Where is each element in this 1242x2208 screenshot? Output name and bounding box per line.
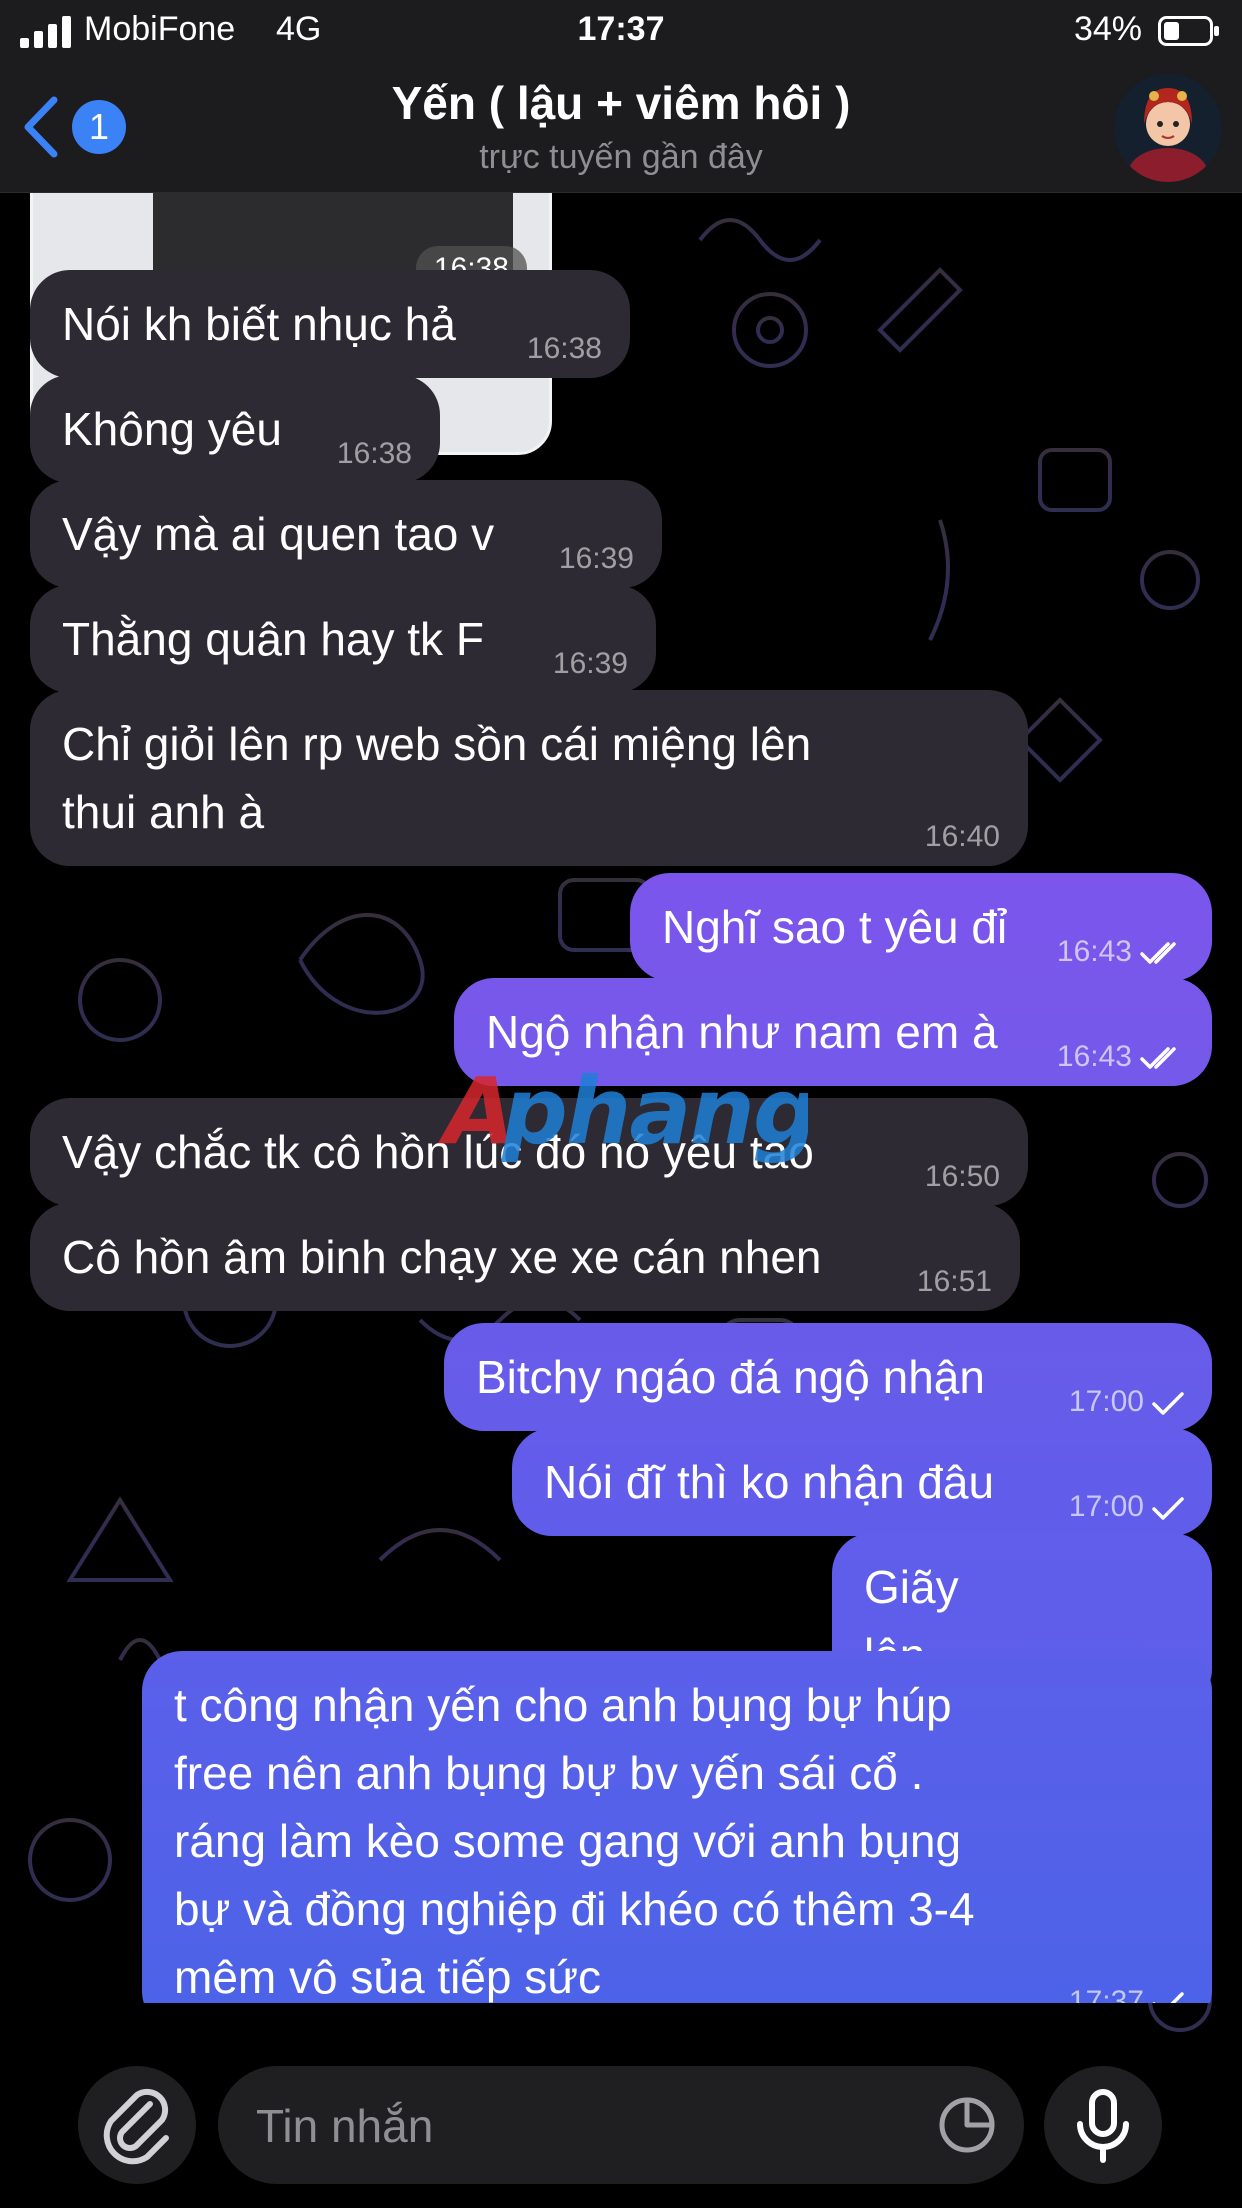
message-text: t công nhận yến cho anh bụng bự húp free… [174, 1679, 988, 2003]
svg-text:phang: phang [501, 1058, 808, 1165]
message-timestamp: 16:43 [1056, 935, 1132, 968]
message-time: 16:51 [917, 1267, 992, 1297]
message-timestamp: 17:00 [1068, 1385, 1144, 1418]
chat-title[interactable]: Yến ( lậu + viêm hôi ) [0, 76, 1242, 130]
message-text: Nói kh biết nhục hả [62, 298, 456, 350]
incoming-message-bubble[interactable]: Không yêu 16:38 [30, 375, 440, 483]
check-icon [1152, 1992, 1184, 2003]
watermark-logo: A phang [438, 1058, 808, 1165]
voice-message-button[interactable] [1044, 2066, 1162, 2184]
message-text: Nói đĩ thì ko nhận đâu [544, 1456, 995, 1508]
message-time: 17:00 [1069, 1492, 1184, 1522]
message-text: Thằng quân hay tk F [62, 613, 484, 665]
message-time: 16:43 [1057, 1042, 1184, 1072]
message-time: 16:38 [337, 439, 412, 469]
double-check-icon [1140, 942, 1176, 964]
double-check-icon [1140, 1047, 1176, 1069]
message-text: Vậy mà ai quen tao v [62, 508, 495, 560]
sticker-icon[interactable] [938, 2096, 996, 2154]
message-time: 17:00 [1069, 1387, 1184, 1417]
outgoing-message-bubble[interactable]: Nghĩ sao t yêu đỉ 16:43 [630, 873, 1212, 981]
battery-percentage: 34% [1073, 10, 1142, 48]
check-icon [1152, 1497, 1184, 1520]
message-text: Không yêu [62, 403, 282, 455]
message-time: 16:50 [925, 1162, 1000, 1192]
message-timestamp: 16:50 [924, 1160, 1000, 1193]
message-text: Chỉ giỏi lên rp web sồn cái miệng lên th… [62, 718, 824, 838]
message-timestamp: 16:40 [924, 820, 1000, 853]
message-text: Bitchy ngáo đá ngộ nhận [476, 1351, 985, 1403]
message-input[interactable] [254, 2066, 918, 2186]
composer-bar [0, 2044, 1242, 2208]
battery-icon [1158, 16, 1219, 46]
status-bar: MobiFone 4G 17:37 34% [0, 0, 1242, 62]
message-timestamp: 16:39 [558, 542, 634, 575]
incoming-message-bubble[interactable]: Thằng quân hay tk F 16:39 [30, 585, 656, 693]
message-text: Nghĩ sao t yêu đỉ [662, 901, 1008, 953]
message-time: 16:38 [527, 334, 602, 364]
check-icon [1152, 1392, 1184, 1415]
microphone-icon [1077, 2089, 1129, 2163]
status-clock: 17:37 [577, 10, 665, 48]
incoming-message-bubble[interactable]: Nói kh biết nhục hả 16:38 [30, 270, 630, 378]
chat-header: 1 Yến ( lậu + viêm hôi ) trực tuyến gần … [0, 62, 1242, 193]
message-time: 17:37 [1069, 1987, 1184, 2003]
message-timestamp: 16:38 [336, 437, 412, 470]
message-timestamp: 16:43 [1056, 1040, 1132, 1073]
message-timestamp: 17:00 [1068, 1490, 1144, 1523]
message-time: 16:40 [925, 822, 1000, 852]
incoming-message-bubble[interactable]: Chỉ giỏi lên rp web sồn cái miệng lên th… [30, 690, 1028, 866]
message-time: 16:39 [553, 649, 628, 679]
message-timestamp: 16:38 [526, 332, 602, 365]
incoming-message-bubble[interactable]: Vậy mà ai quen tao v 16:39 [30, 480, 662, 588]
outgoing-message-bubble[interactable]: Bitchy ngáo đá ngộ nhận 17:00 [444, 1323, 1212, 1431]
message-timestamp: 16:51 [916, 1265, 992, 1298]
outgoing-message-bubble[interactable]: Nói đĩ thì ko nhận đâu 17:00 [512, 1428, 1212, 1536]
incoming-message-bubble[interactable]: Cô hồn âm binh chạy xe xe cán nhen 16:51 [30, 1203, 1020, 1311]
attach-button[interactable] [78, 2066, 196, 2184]
outgoing-message-bubble[interactable]: t công nhận yến cho anh bụng bự húp free… [142, 1651, 1212, 2003]
contact-avatar[interactable] [1114, 74, 1222, 182]
paperclip-icon [103, 2088, 169, 2165]
message-time: 16:39 [559, 544, 634, 574]
message-text: Cô hồn âm binh chạy xe xe cán nhen [62, 1231, 822, 1283]
message-time: 16:43 [1057, 937, 1184, 967]
message-timestamp: 17:37 [1068, 1985, 1144, 2004]
message-timestamp: 16:39 [552, 647, 628, 680]
avatar-image [1114, 74, 1222, 182]
message-input-field[interactable] [218, 2066, 1024, 2186]
chat-status: trực tuyến gần đây [479, 138, 763, 176]
